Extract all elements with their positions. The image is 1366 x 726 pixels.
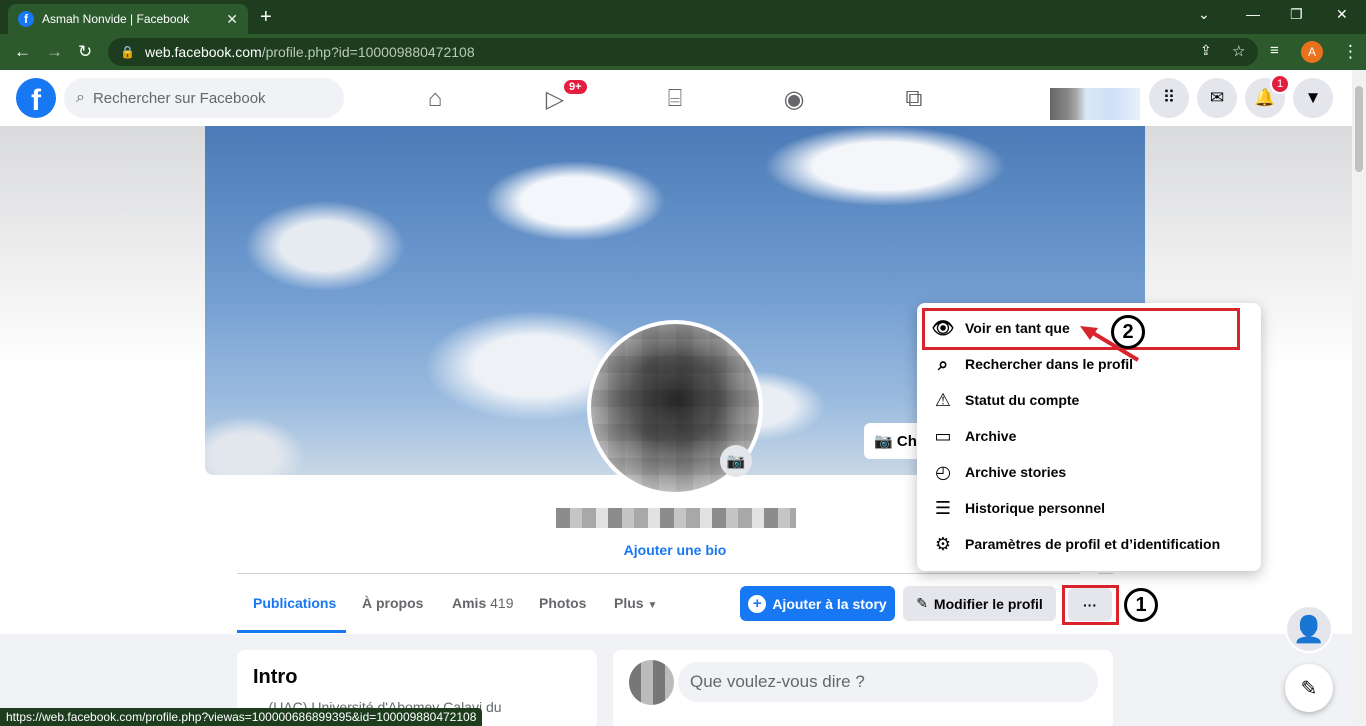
facebook-logo[interactable]: f (16, 78, 56, 118)
tab-about[interactable]: À propos (362, 595, 423, 611)
edit-profile-label: Modifier le profil (933, 595, 1043, 612)
tab-friends[interactable]: Amis 419 (452, 595, 513, 611)
tab-friends-label: Amis (452, 595, 487, 611)
search-icon: ⌕ (937, 353, 949, 374)
tab-more-label: Plus (614, 595, 644, 611)
scrollbar[interactable] (1352, 70, 1366, 726)
browser-toolbar: ← → ↻ 🔒 web.facebook.com/profile.php?id=… (0, 34, 1366, 70)
gaming-icon[interactable]: ⧉ (899, 84, 929, 114)
divider (237, 573, 1113, 574)
archive-icon: ▭ (934, 425, 952, 446)
facebook-logo-letter: f (31, 84, 41, 117)
menu-item-label: Statut du compte (965, 392, 1080, 408)
url-host: web.facebook.com (144, 44, 262, 60)
tab-publications[interactable]: Publications (253, 595, 336, 611)
avatar[interactable] (629, 660, 674, 705)
search-icon: ⌕ (76, 89, 85, 106)
browser-tab[interactable]: f Asmah Nonvide | Facebook ✕ (8, 4, 248, 34)
change-cover-button[interactable]: 📷 Cha (864, 423, 924, 459)
close-window-icon[interactable]: ✕ (1336, 6, 1348, 23)
plus-icon: + (748, 594, 767, 613)
profile-avatar-button[interactable]: A (1301, 41, 1323, 63)
post-composer: Que voulez-vous dire ? (613, 650, 1113, 726)
new-tab-icon[interactable]: + (260, 6, 272, 29)
profile-initial: A (1301, 41, 1323, 63)
menu-item-label: Archive (965, 428, 1017, 444)
share-icon[interactable]: ⇪ (1200, 42, 1212, 59)
browser-menu-icon[interactable]: ⋮ (1342, 42, 1359, 62)
notifications-badge: 1 (1270, 74, 1290, 94)
back-icon[interactable]: ← (14, 42, 31, 62)
browser-tab-bar: f Asmah Nonvide | Facebook ✕ + ⌄ — ❐ ✕ (0, 0, 1366, 34)
annotation-step-1: 1 (1124, 588, 1158, 622)
tab-more[interactable]: Plus ▼ (614, 595, 657, 611)
menu-item-label: Paramètres de profil et d’identification (965, 536, 1221, 552)
messenger-icon[interactable]: ✉ (1197, 78, 1237, 118)
annotation-step-2: 2 (1111, 315, 1145, 349)
annotation-highlight-more (1062, 585, 1119, 625)
account-dropdown-icon[interactable]: ▼ (1293, 78, 1333, 118)
warning-icon: ⚠ (934, 389, 952, 410)
marketplace-icon[interactable]: ⌸ (660, 84, 690, 114)
add-to-story-label: Ajouter à la story (772, 595, 887, 612)
new-message-icon[interactable]: ✎ (1285, 664, 1333, 712)
add-bio-link[interactable]: Ajouter une bio (560, 542, 790, 558)
minimize-icon[interactable]: — (1246, 6, 1260, 22)
menu-item-archive-stories[interactable]: ◴ Archive stories (931, 457, 1066, 487)
menu-item-label: Historique personnel (965, 500, 1106, 516)
menu-item-label: Archive stories (965, 464, 1067, 480)
home-icon[interactable]: ⌂ (420, 84, 450, 114)
friends-count: 419 (490, 595, 514, 611)
active-tab-indicator (237, 630, 346, 633)
menu-item-activity-log[interactable]: ☰ Historique personnel (931, 493, 1105, 523)
watch-badge: 9+ (562, 78, 589, 96)
menu-grid-icon[interactable]: ⠿ (1149, 78, 1189, 118)
profile-name-blurred (556, 508, 796, 528)
edit-profile-button[interactable]: ✎ Modifier le profil (903, 586, 1056, 621)
caret-down-icon: ▼ (647, 600, 658, 611)
search-placeholder: Rechercher sur Facebook (92, 89, 266, 107)
tab-title: Asmah Nonvide | Facebook (42, 12, 190, 26)
restore-icon[interactable]: ❐ (1290, 6, 1303, 23)
profile-shortcut-blurred[interactable] (1050, 88, 1140, 120)
history-icon: ◴ (935, 461, 951, 482)
list-icon: ☰ (934, 497, 952, 518)
menu-item-account-status[interactable]: ⚠ Statut du compte (931, 385, 1079, 415)
settings-icon: ⚙ (934, 533, 952, 554)
composer-input[interactable]: Que voulez-vous dire ? (678, 662, 1098, 702)
media-controls-icon[interactable]: ≡ (1270, 42, 1279, 59)
menu-item-profile-settings[interactable]: ⚙ Paramètres de profil et d’identificati… (931, 529, 1220, 559)
search-input[interactable]: ⌕ Rechercher sur Facebook (64, 78, 344, 118)
pencil-icon: ✎ (916, 595, 928, 611)
status-bar-url: https://web.facebook.com/profile.php?vie… (0, 708, 483, 726)
close-tab-icon[interactable]: ✕ (226, 11, 238, 28)
bookmark-star-icon[interactable]: ☆ (1232, 42, 1245, 60)
scrollbar-thumb[interactable] (1355, 86, 1363, 172)
camera-icon: 📷 (874, 433, 893, 450)
contact-avatar-icon[interactable]: 👤 (1285, 605, 1333, 653)
intro-title: Intro (253, 666, 298, 688)
add-to-story-button[interactable]: + Ajouter à la story (740, 586, 895, 621)
groups-icon[interactable]: ◉ (779, 84, 809, 114)
tab-photos[interactable]: Photos (539, 595, 586, 611)
tab-search-icon[interactable]: ⌄ (1198, 6, 1210, 23)
menu-item-archive[interactable]: ▭ Archive (931, 421, 1016, 451)
lock-icon: 🔒 (120, 45, 135, 59)
reload-icon[interactable]: ↻ (78, 42, 92, 62)
url-path: /profile.php?id=100009880472108 (261, 44, 475, 60)
forward-icon[interactable]: → (46, 42, 63, 62)
facebook-header: f ⌕ Rechercher sur Facebook ⌂ ▷ 9+ ⌸ ◉ ⧉… (0, 70, 1352, 126)
address-bar[interactable]: 🔒 web.facebook.com/profile.php?id=100009… (108, 38, 1258, 66)
profile-picture-camera-icon[interactable]: 📷 (720, 445, 752, 477)
facebook-favicon-icon: f (18, 11, 34, 27)
